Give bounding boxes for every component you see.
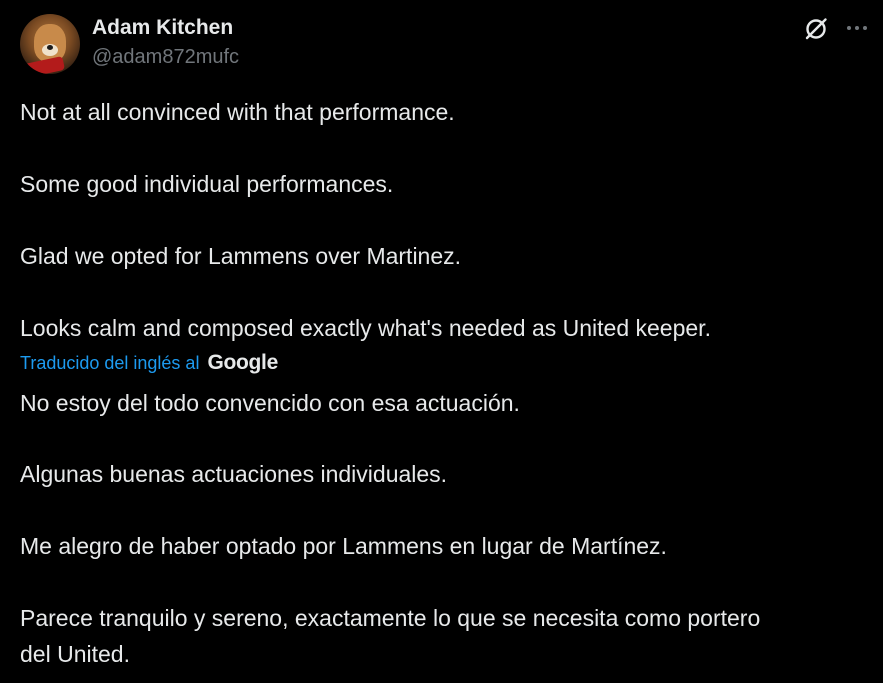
avatar-scarf xyxy=(22,55,66,74)
translated-text-line-2: Algunas buenas actuaciones individuales. xyxy=(20,461,448,487)
tweet: Adam Kitchen @adam872mufc Not at all con… xyxy=(0,0,883,683)
original-text-line-2: Some good individual performances. xyxy=(20,171,394,197)
avatar[interactable] xyxy=(20,14,80,74)
translation-attribution: Traducido del inglés al Google xyxy=(20,350,278,376)
original-text-line-3: Glad we opted for Lammens over Martinez. xyxy=(20,243,462,269)
grok-icon[interactable] xyxy=(803,16,829,42)
translated-text-line-5: del United. xyxy=(20,641,130,667)
translated-from-link[interactable]: Traducido del inglés al xyxy=(20,353,199,374)
translated-text-line-4: Parece tranquilo y sereno, exactamente l… xyxy=(20,605,761,631)
avatar-dog-nose xyxy=(47,45,53,50)
google-logo: Google xyxy=(207,351,278,374)
author-handle[interactable]: @adam872mufc xyxy=(92,46,239,69)
author-display-name[interactable]: Adam Kitchen xyxy=(92,16,233,40)
original-text-line-4: Looks calm and composed exactly what's n… xyxy=(20,315,711,341)
translated-text-line-3: Me alegro de haber optado por Lammens en… xyxy=(20,533,667,559)
more-icon[interactable] xyxy=(844,18,870,38)
original-text-line-1: Not at all convinced with that performan… xyxy=(20,99,455,125)
translated-text-line-1: No estoy del todo convencido con esa act… xyxy=(20,390,520,416)
